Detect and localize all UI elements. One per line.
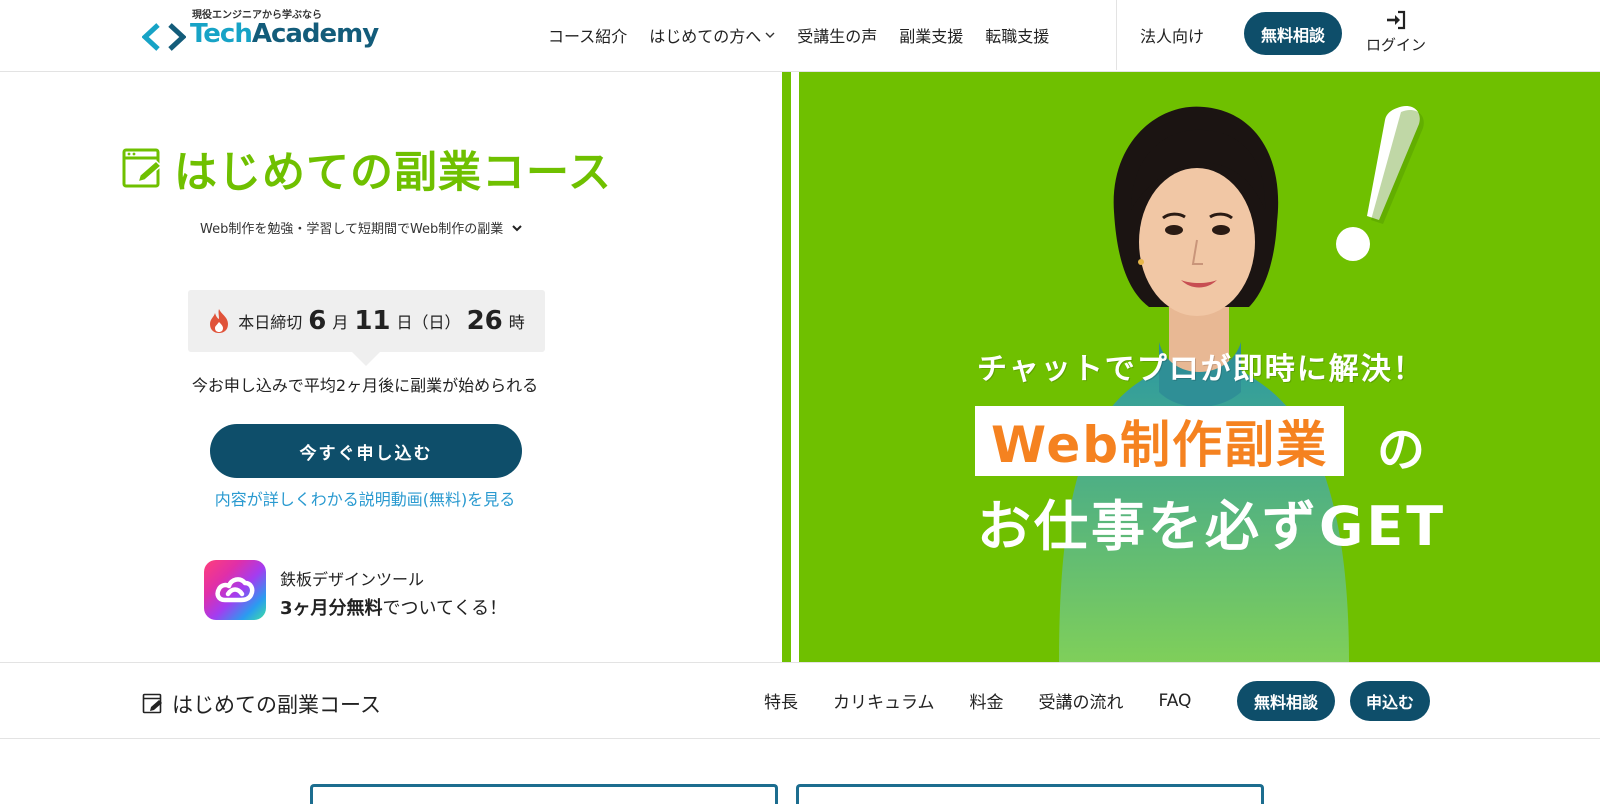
logo-wordmark: TechAcademy bbox=[190, 19, 379, 49]
top-header: 現役エンジニアから学ぶなら TechAcademy コース紹介 はじめての方へ … bbox=[0, 0, 1600, 72]
course-title: はじめての副業コース bbox=[174, 148, 612, 198]
login-button[interactable]: ログイン bbox=[1362, 10, 1430, 56]
hero-catch-line3: お仕事を必ずGET bbox=[977, 495, 1447, 558]
hero-green-stripe bbox=[782, 72, 791, 662]
sub-apply-button[interactable]: 申込む bbox=[1350, 681, 1430, 721]
deadline-month: 6 bbox=[308, 306, 327, 336]
hero-left-panel: はじめての副業コース Web制作を勉強・学習して短期間でWeb制作の副業 本日締… bbox=[0, 72, 782, 662]
deadline-prefix: 本日締切 bbox=[238, 313, 303, 332]
nav-side-job-support-label: 副業支援 bbox=[899, 27, 964, 46]
deadline-weekday: （日） bbox=[412, 313, 461, 332]
deadline-day-unit: 日 bbox=[396, 313, 413, 332]
course-subtitle: Web制作を勉強・学習して短期間でWeb制作の副業 bbox=[200, 222, 504, 237]
main-nav: コース紹介 はじめての方へ 受講生の声 副業支援 転職支援 bbox=[548, 0, 1071, 70]
nav-career-support[interactable]: 転職支援 bbox=[985, 23, 1049, 47]
logo-text-academy: Academy bbox=[251, 19, 379, 49]
hero-badge-text: Web制作副業 bbox=[991, 416, 1329, 474]
nav-student-voices[interactable]: 受講生の声 bbox=[797, 23, 877, 47]
content-card bbox=[310, 784, 778, 804]
sub-nav-pricing[interactable]: 料金 bbox=[970, 688, 1004, 713]
nav-course-intro-label: コース紹介 bbox=[548, 27, 628, 46]
sub-nav-features[interactable]: 特長 bbox=[764, 688, 798, 713]
promo-rest: でついてくる！ bbox=[382, 598, 508, 619]
hero-badge: Web制作副業 bbox=[975, 406, 1345, 476]
edit-window-icon bbox=[122, 148, 163, 188]
logo-text-tech: Tech bbox=[190, 19, 253, 49]
course-brand-link[interactable]: はじめての副業コース bbox=[142, 689, 381, 719]
chevron-down-icon bbox=[512, 224, 523, 231]
nav-student-voices-label: 受講生の声 bbox=[797, 27, 878, 46]
deadline-hour-unit: 時 bbox=[508, 313, 525, 332]
sub-free-consult-button[interactable]: 無料相談 bbox=[1237, 681, 1335, 721]
chevron-down-icon bbox=[765, 32, 775, 38]
deadline-hour: 26 bbox=[466, 306, 503, 336]
hero-visual: チャットでプロが即時に解決！ Web制作副業 の お仕事を必ずGET bbox=[799, 72, 1600, 662]
hero-catch-line1: チャットでプロが即時に解決！ bbox=[977, 352, 1425, 387]
nav-first-time[interactable]: はじめての方へ bbox=[649, 23, 775, 47]
promo-bold: 3ヶ月分無料 bbox=[280, 598, 383, 619]
sub-nav-flow[interactable]: 受講の流れ bbox=[1039, 688, 1124, 713]
nav-first-time-label: はじめての方へ bbox=[649, 27, 762, 46]
course-subtitle-toggle[interactable]: Web制作を勉強・学習して短期間でWeb制作の副業 bbox=[200, 218, 523, 237]
promo-line2: 3ヶ月分無料でついてくる！ bbox=[280, 594, 507, 620]
nav-side-job-support[interactable]: 副業支援 bbox=[899, 23, 963, 47]
creative-cloud-icon bbox=[204, 560, 266, 620]
nav-career-support-label: 転職支援 bbox=[985, 27, 1050, 46]
content-card bbox=[796, 784, 1264, 804]
promo-line1: 鉄板デザインツール bbox=[280, 570, 425, 589]
login-label: ログイン bbox=[1365, 36, 1426, 54]
nav-course-intro[interactable]: コース紹介 bbox=[548, 23, 627, 47]
course-sub-nav: 特長 カリキュラム 料金 受講の流れ FAQ bbox=[764, 663, 1226, 738]
course-title-block: はじめての副業コース bbox=[122, 144, 612, 198]
code-brackets-icon bbox=[142, 23, 186, 51]
course-brand-text: はじめての副業コース bbox=[172, 693, 381, 717]
deadline-month-unit: 月 bbox=[332, 313, 349, 332]
nav-corporate[interactable]: 法人向け bbox=[1140, 23, 1204, 47]
techacademy-logo[interactable]: 現役エンジニアから学ぶなら TechAcademy bbox=[142, 6, 379, 54]
hero-gap bbox=[791, 72, 799, 662]
free-consult-button[interactable]: 無料相談 bbox=[1244, 12, 1342, 55]
average-start-text: 今お申し込みで平均2ヶ月後に副業が始められる bbox=[191, 376, 539, 395]
flame-icon bbox=[210, 309, 229, 333]
apply-now-button[interactable]: 今すぐ申し込む bbox=[210, 424, 522, 478]
exclamation-mark-graphic bbox=[1336, 105, 1424, 261]
sign-in-icon bbox=[1387, 10, 1406, 30]
sub-nav-faq[interactable]: FAQ bbox=[1159, 691, 1192, 711]
deadline-box: 本日締切 6 月 11 日 （日） 26 時 bbox=[188, 290, 545, 366]
course-sub-header: はじめての副業コース 特長 カリキュラム 料金 受講の流れ FAQ 無料相談 申… bbox=[0, 662, 1600, 739]
deadline-day: 11 bbox=[354, 306, 391, 336]
sub-nav-curriculum[interactable]: カリキュラム bbox=[833, 688, 935, 713]
explainer-video-link[interactable]: 内容が詳しくわかる説明動画(無料)を見る bbox=[0, 486, 730, 510]
nav-divider bbox=[1116, 0, 1117, 70]
edit-window-icon bbox=[142, 693, 162, 714]
hero-catch-particle: の bbox=[1377, 422, 1426, 478]
design-tool-promo: 鉄板デザインツール 3ヶ月分無料でついてくる！ bbox=[204, 560, 544, 622]
